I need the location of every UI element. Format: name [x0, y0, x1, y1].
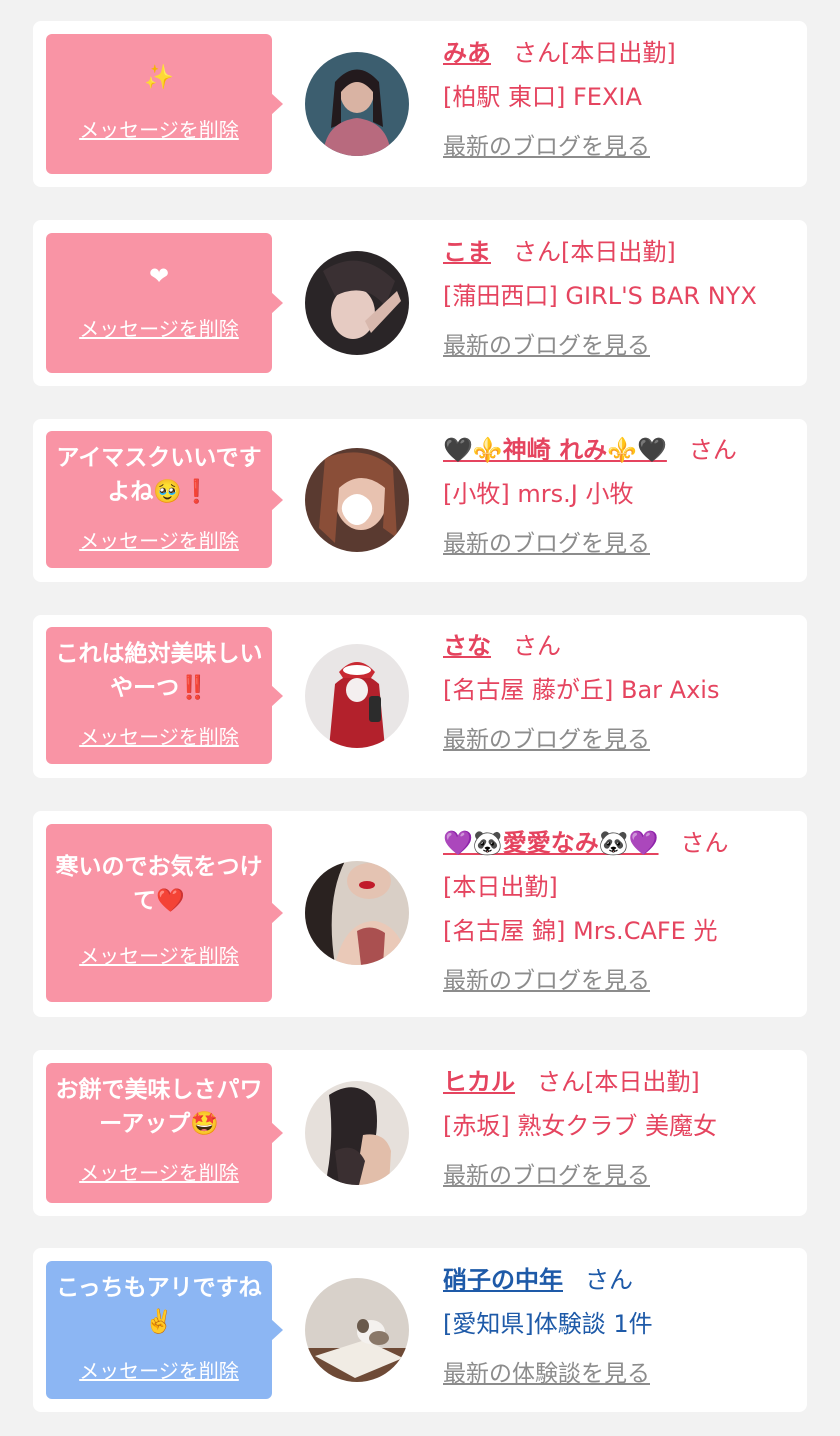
- sender-info: 🖤⚜️神崎 れみ⚜️🖤 さん [小牧] mrs.J 小牧 最新のブログを見る: [443, 428, 795, 566]
- message-text: お餅で美味しさパワーアップ🤩: [55, 1077, 263, 1137]
- sender-info: 💜🐼愛愛なみ🐼💜 さん [本日出勤] [名古屋 錦] Mrs.CAFE 光 最新の…: [443, 821, 795, 1003]
- message-text: こっちもアリですね✌️: [56, 1275, 262, 1335]
- message-bubble: 寒いのでお気をつけて❤️ メッセージを削除: [46, 824, 283, 1002]
- sender-info: 硝子の中年 さん [愛知県]体験談 1件 最新の体験談を見る: [443, 1258, 795, 1396]
- avatar[interactable]: [305, 52, 409, 156]
- message-bubble: アイマスクいいですよね🥹❗️ メッセージを削除: [46, 431, 283, 568]
- list-item: こっちもアリですね✌️ メッセージを削除 硝子の中年 さん [愛知県]体験談 1件…: [33, 1248, 807, 1412]
- latest-blog-link[interactable]: 最新のブログを見る: [443, 125, 795, 169]
- sender-name-link[interactable]: 💜🐼愛愛なみ🐼💜: [443, 829, 659, 857]
- message-bubble: こっちもアリですね✌️ メッセージを削除: [46, 1261, 283, 1399]
- shop-label: [名古屋 藤が丘] Bar Axis: [443, 676, 720, 704]
- message-text: ❤: [148, 262, 170, 290]
- sender-info: みあ さん[本日出勤] [柏駅 東口] FEXIA 最新のブログを見る: [443, 31, 795, 169]
- latest-blog-link[interactable]: 最新のブログを見る: [443, 324, 795, 368]
- list-item: これは絶対美味しいやーつ‼️ メッセージを削除 さな さん [名古屋 藤が丘] B…: [33, 615, 807, 778]
- honorific: さん: [585, 1266, 633, 1294]
- honorific: さん: [513, 632, 561, 660]
- list-item: アイマスクいいですよね🥹❗️ メッセージを削除 🖤⚜️神崎 れみ⚜️🖤 さん [小…: [33, 419, 807, 582]
- message-bubble: お餅で美味しさパワーアップ🤩 メッセージを削除: [46, 1063, 283, 1203]
- sender-name-link[interactable]: さな: [443, 632, 491, 660]
- avatar[interactable]: [305, 448, 409, 552]
- message-text: ✨: [144, 63, 174, 91]
- avatar[interactable]: [305, 861, 409, 965]
- honorific: さん: [513, 238, 561, 266]
- honorific: さん: [688, 436, 737, 464]
- sender-name-link[interactable]: 硝子の中年: [443, 1266, 563, 1294]
- avatar[interactable]: [305, 251, 409, 355]
- shop-label: [柏駅 東口] FEXIA: [443, 83, 642, 111]
- list-item: ❤ メッセージを削除 こま さん[本日出勤] [蒲田西口] GIRL'S BAR …: [33, 220, 807, 386]
- sender-name-link[interactable]: ヒカル: [443, 1068, 515, 1096]
- delete-message-link[interactable]: メッセージを削除: [46, 313, 272, 342]
- sender-info: ヒカル さん[本日出勤] [赤坂] 熟女クラブ 美魔女 最新のブログを見る: [443, 1060, 795, 1198]
- latest-blog-link[interactable]: 最新のブログを見る: [443, 959, 795, 1003]
- status-label: [本日出勤]: [561, 39, 676, 67]
- honorific: さん: [680, 829, 729, 857]
- latest-blog-link[interactable]: 最新のブログを見る: [443, 522, 795, 566]
- message-text: アイマスクいいですよね🥹❗️: [56, 445, 262, 505]
- avatar[interactable]: [305, 1081, 409, 1185]
- honorific: さん: [513, 39, 561, 67]
- shop-label: [小牧] mrs.J 小牧: [443, 480, 634, 508]
- sender-info: さな さん [名古屋 藤が丘] Bar Axis 最新のブログを見る: [443, 624, 795, 762]
- list-item: 寒いのでお気をつけて❤️ メッセージを削除 💜🐼愛愛なみ🐼💜 さん [本日出勤] …: [33, 811, 807, 1017]
- sender-name-link[interactable]: こま: [443, 238, 491, 266]
- sender-name-link[interactable]: 🖤⚜️神崎 れみ⚜️🖤: [443, 436, 667, 464]
- delete-message-link[interactable]: メッセージを削除: [46, 1355, 272, 1384]
- sender-info: こま さん[本日出勤] [蒲田西口] GIRL'S BAR NYX 最新のブログを…: [443, 230, 795, 368]
- message-text: これは絶対美味しいやーつ‼️: [55, 641, 263, 701]
- honorific: さん: [537, 1068, 585, 1096]
- message-text: 寒いのでお気をつけて❤️: [55, 854, 263, 914]
- latest-blog-link[interactable]: 最新のブログを見る: [443, 1154, 795, 1198]
- message-bubble: これは絶対美味しいやーつ‼️ メッセージを削除: [46, 627, 283, 764]
- shop-label: [赤坂] 熟女クラブ 美魔女: [443, 1112, 717, 1140]
- list-item: お餅で美味しさパワーアップ🤩 メッセージを削除 ヒカル さん[本日出勤] [赤坂]…: [33, 1050, 807, 1216]
- avatar[interactable]: [305, 1278, 409, 1382]
- delete-message-link[interactable]: メッセージを削除: [46, 525, 272, 554]
- message-list: ✨ メッセージを削除 みあ さん[本日出勤] [柏駅 東口] FEXIA 最新のブ…: [0, 0, 840, 1436]
- delete-message-link[interactable]: メッセージを削除: [46, 1157, 272, 1186]
- status-label: [本日出勤]: [585, 1068, 700, 1096]
- status-label: [本日出勤]: [443, 873, 558, 901]
- message-bubble: ❤ メッセージを削除: [46, 233, 283, 373]
- latest-review-link[interactable]: 最新の体験談を見る: [443, 1352, 795, 1396]
- message-bubble: ✨ メッセージを削除: [46, 34, 283, 174]
- sender-name-link[interactable]: みあ: [443, 39, 491, 67]
- latest-blog-link[interactable]: 最新のブログを見る: [443, 718, 795, 762]
- shop-label: [蒲田西口] GIRL'S BAR NYX: [443, 282, 757, 310]
- review-count-label: [愛知県]体験談 1件: [443, 1310, 653, 1338]
- status-label: [本日出勤]: [561, 238, 676, 266]
- delete-message-link[interactable]: メッセージを削除: [46, 114, 272, 143]
- avatar[interactable]: [305, 644, 409, 748]
- shop-label: [名古屋 錦] Mrs.CAFE 光: [443, 917, 718, 945]
- delete-message-link[interactable]: メッセージを削除: [46, 940, 272, 969]
- list-item: ✨ メッセージを削除 みあ さん[本日出勤] [柏駅 東口] FEXIA 最新のブ…: [33, 21, 807, 187]
- delete-message-link[interactable]: メッセージを削除: [46, 721, 272, 750]
